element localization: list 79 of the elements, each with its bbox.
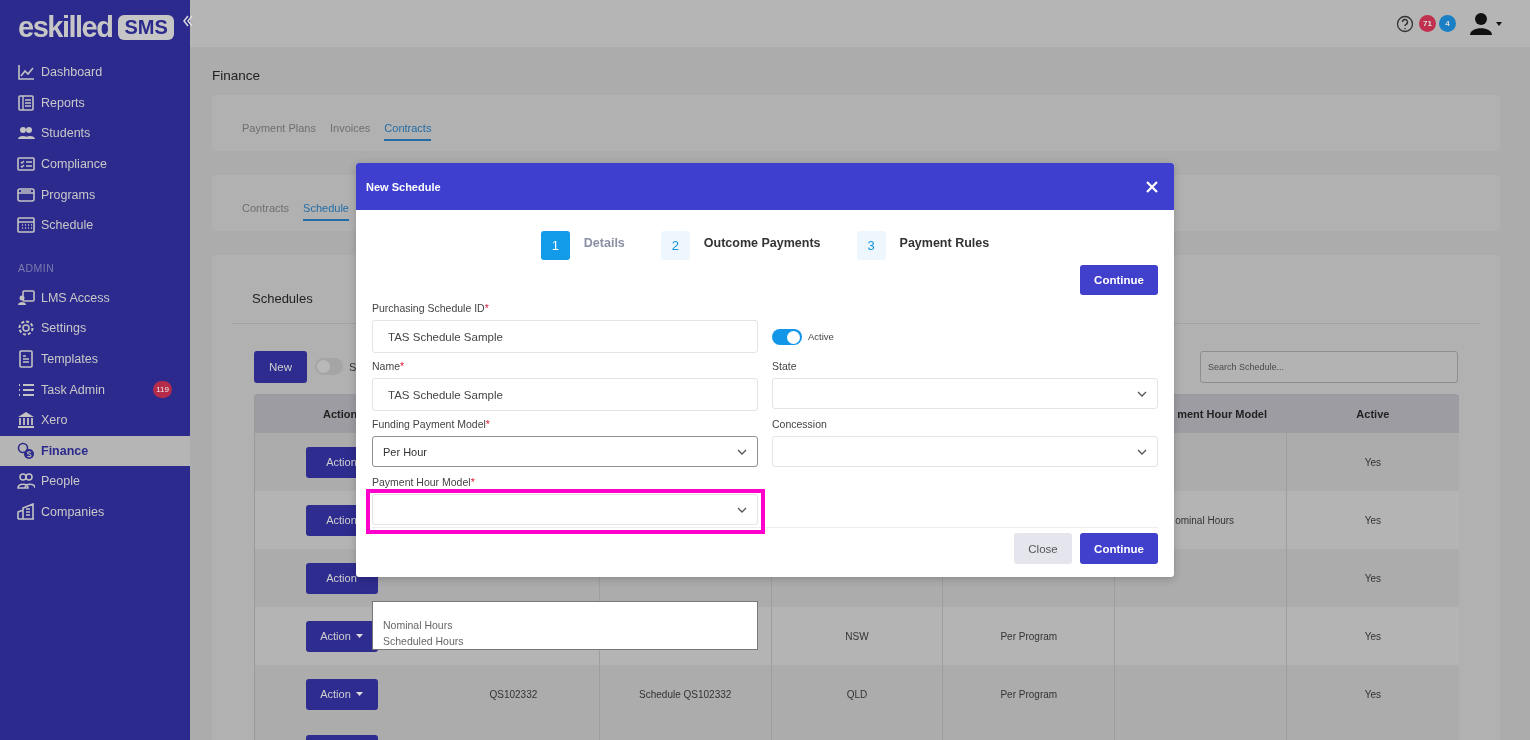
step[interactable]: 3 Payment Rules (856, 231, 990, 260)
checklist-icon (17, 155, 35, 174)
window-icon (17, 185, 35, 204)
table-cell: Yes (1287, 665, 1459, 723)
calendar-icon (17, 216, 35, 235)
field-label: Payment Hour Model* (372, 475, 476, 489)
notification-badge[interactable]: 71 (1419, 15, 1436, 32)
help-icon (1396, 14, 1414, 33)
toggle-switch[interactable] (772, 328, 802, 345)
nav-item[interactable]: Companies (0, 496, 190, 528)
chevron-down-icon (1137, 448, 1147, 455)
page-title: Finance (212, 68, 262, 85)
caret-icon (1496, 21, 1502, 26)
bank-icon (17, 411, 35, 430)
field-label: Purchasing Schedule ID* (372, 301, 490, 315)
nav-item[interactable]: Compliance (0, 148, 190, 180)
nav-item[interactable]: Students (0, 118, 190, 149)
buildings-icon (17, 503, 35, 521)
nav-item[interactable]: Schedule (0, 209, 190, 241)
search-field[interactable]: Search Schedule... (1200, 350, 1458, 383)
nav-item[interactable]: Settings (0, 313, 190, 344)
nav-item[interactable]: Finance (0, 435, 190, 467)
text-field[interactable]: TAS Schedule Sample (372, 320, 758, 353)
switch-label: Active (808, 331, 834, 342)
select-field[interactable]: Per Hour (372, 436, 758, 467)
nav-item[interactable]: Task Admin 119 (0, 374, 190, 405)
select-field[interactable] (772, 436, 1158, 467)
table-cell: Yes (1287, 549, 1459, 607)
field-label: Concession (772, 417, 828, 431)
action-button[interactable]: Action (305, 620, 378, 652)
column-header: Active (1287, 395, 1459, 433)
table-cell: Yes (1287, 433, 1459, 491)
chevron-down-icon (737, 506, 747, 513)
table-cell: QLD (771, 665, 944, 723)
field-label: Name* (372, 359, 406, 373)
chevron-down-icon (737, 448, 747, 455)
nav-item[interactable]: Xero (0, 404, 190, 436)
table-cell: Schedule QS102332 (599, 665, 772, 723)
logo-badge: SMS (118, 14, 174, 40)
chevron-down-icon (1137, 390, 1147, 397)
select-field[interactable] (372, 494, 758, 525)
section-title: Schedules (252, 290, 313, 306)
table-cell: Per Program (943, 665, 1116, 723)
caret-icon (355, 692, 363, 696)
toggle-label: S (349, 360, 357, 373)
people-outline-icon (17, 472, 35, 491)
chart-icon (17, 63, 35, 82)
nav-item[interactable]: Programs (0, 179, 190, 210)
select-field[interactable] (772, 378, 1158, 409)
nav-item[interactable]: LMS Access (0, 282, 190, 314)
collapse-icon (183, 15, 193, 27)
modal-title: New Schedule (366, 180, 441, 193)
report-icon (17, 93, 35, 112)
count-badge: 119 (153, 381, 172, 399)
continue-button[interactable]: Continue (1080, 533, 1158, 564)
user-icon (1469, 12, 1493, 35)
coins-icon (17, 441, 35, 460)
monitor-user-icon (17, 288, 35, 307)
field-label: State (772, 359, 798, 373)
text-field[interactable]: TAS Schedule Sample (372, 378, 758, 411)
table-cell: QS102332 (428, 665, 600, 723)
nav-item[interactable]: People (0, 466, 190, 497)
nav-item[interactable]: Dashboard (0, 57, 190, 88)
step[interactable]: 2 Outcome Payments (660, 231, 821, 260)
logo-text: eskilled (18, 10, 113, 44)
gear-icon (17, 319, 35, 338)
continue-button[interactable]: Continue (1080, 265, 1158, 295)
section-heading: ADMIN (17, 260, 56, 276)
close-icon (1146, 180, 1158, 193)
nav-item[interactable]: Reports (0, 87, 190, 119)
action-button[interactable]: Action (305, 678, 378, 710)
new-button[interactable]: New (254, 350, 307, 383)
document-icon (17, 350, 35, 369)
nav-item[interactable]: Templates (0, 343, 190, 375)
caret-icon (355, 634, 363, 638)
dropdown-option[interactable]: Nominal Hours (383, 617, 757, 633)
close-button[interactable]: Close (1014, 533, 1072, 564)
dropdown-option[interactable]: Scheduled Hours (383, 633, 757, 649)
close-button[interactable] (1146, 180, 1158, 193)
